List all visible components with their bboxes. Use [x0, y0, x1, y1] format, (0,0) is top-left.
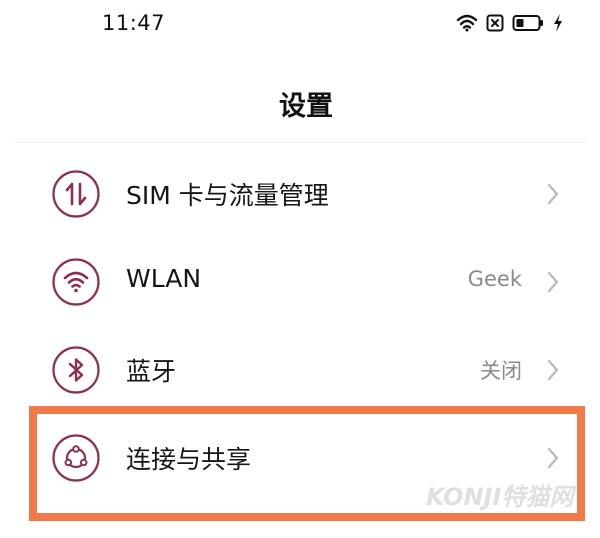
svg-text:KONJI特猫网: KONJI特猫网: [426, 483, 577, 511]
sim-disabled-icon: [486, 14, 504, 32]
battery-icon: [512, 14, 544, 32]
chevron-right-icon: [544, 268, 562, 296]
settings-item-sim[interactable]: SIM 卡与流量管理: [0, 150, 600, 238]
title-divider: [14, 142, 586, 143]
settings-item-label: SIM 卡与流量管理: [126, 181, 329, 210]
wifi-icon: [456, 14, 478, 32]
data-transfer-icon: [51, 169, 101, 219]
settings-item-label: 蓝牙: [126, 357, 177, 386]
status-bar: 11:47: [0, 0, 600, 48]
charging-icon: [552, 13, 564, 33]
settings-item-value: 关闭: [480, 359, 522, 383]
settings-item-label: WLAN: [126, 264, 202, 293]
page-title: 设置: [279, 91, 333, 122]
settings-item-value: Geek: [467, 267, 522, 291]
settings-item-bluetooth[interactable]: 蓝牙 关闭: [0, 326, 600, 414]
chevron-right-icon: [544, 356, 562, 384]
watermark-logo: KONJI特猫网: [424, 478, 586, 514]
status-time: 11:47: [102, 11, 166, 35]
wifi-icon: [51, 257, 101, 307]
bluetooth-icon: [51, 345, 101, 395]
settings-item-wlan[interactable]: WLAN Geek: [0, 238, 600, 326]
chevron-right-icon: [544, 180, 562, 208]
status-icons: [456, 12, 564, 34]
